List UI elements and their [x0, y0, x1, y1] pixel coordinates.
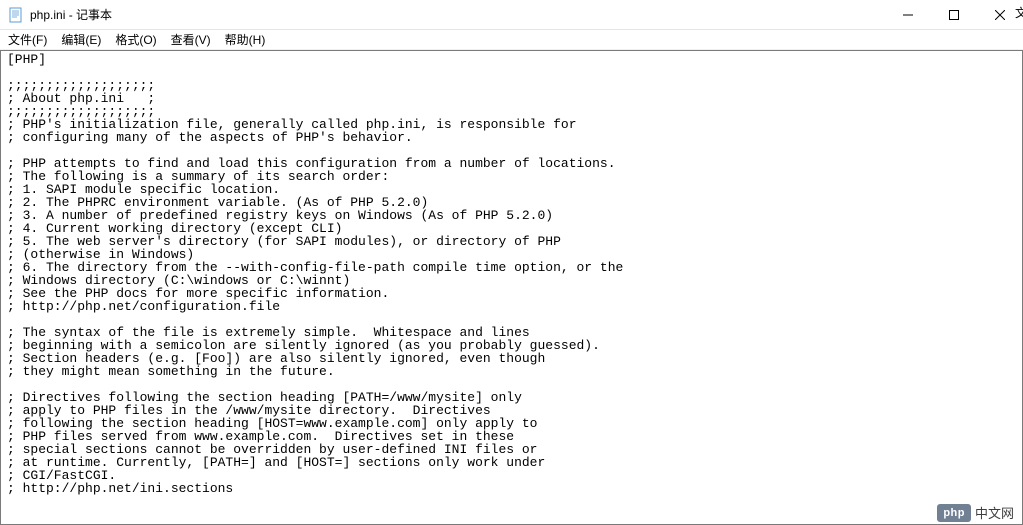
file-content[interactable]: [PHP] ;;;;;;;;;;;;;;;;;;; ; About php.in… — [1, 51, 1022, 497]
window-controls — [885, 0, 1023, 29]
cut-text-fragment: 文 — [1015, 4, 1023, 21]
minimize-button[interactable] — [885, 0, 931, 30]
menu-file[interactable]: 文件(F) — [8, 31, 47, 48]
menu-edit[interactable]: 编辑(E) — [61, 31, 101, 48]
menu-format[interactable]: 格式(O) — [115, 31, 156, 48]
notepad-icon — [8, 7, 24, 23]
text-editor[interactable]: [PHP] ;;;;;;;;;;;;;;;;;;; ; About php.in… — [1, 51, 1022, 524]
titlebar-left: php.ini - 记事本 — [0, 6, 112, 23]
titlebar: php.ini - 记事本 — [0, 0, 1023, 30]
menu-help[interactable]: 帮助(H) — [225, 31, 266, 48]
editor-wrap: [PHP] ;;;;;;;;;;;;;;;;;;; ; About php.in… — [0, 50, 1023, 525]
menubar: 文件(F) 编辑(E) 格式(O) 查看(V) 帮助(H) — [0, 30, 1023, 50]
menu-view[interactable]: 查看(V) — [171, 31, 211, 48]
window-title: php.ini - 记事本 — [30, 6, 112, 23]
maximize-button[interactable] — [931, 0, 977, 30]
